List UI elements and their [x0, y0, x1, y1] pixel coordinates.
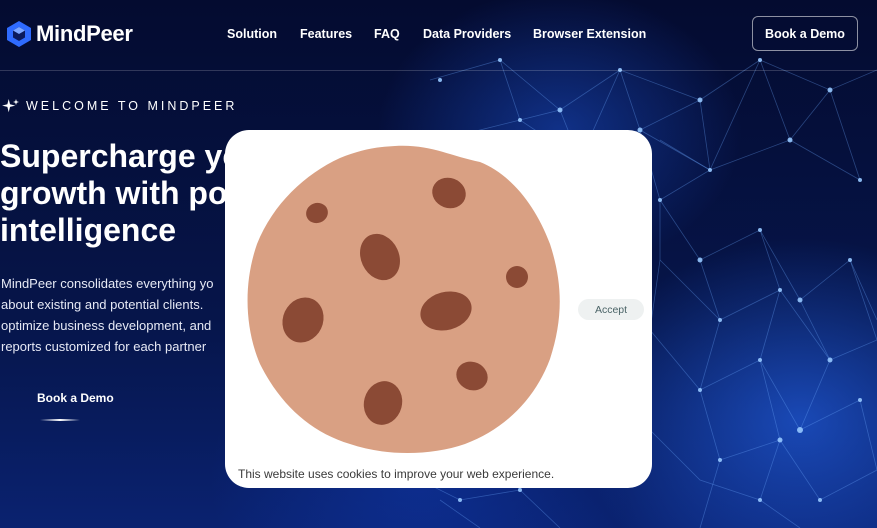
nav-item-features[interactable]: Features: [300, 27, 352, 41]
accept-cookies-button[interactable]: Accept: [578, 299, 644, 320]
hero-eyebrow: WELCOME TO MINDPEER: [2, 98, 237, 114]
hero-button-underline: [40, 419, 80, 421]
nav-item-browser-extension[interactable]: Browser Extension: [533, 27, 646, 41]
sparkle-icon: [2, 98, 19, 113]
welcome-label: WELCOME TO MINDPEER: [26, 99, 238, 113]
site-header: MindPeer Solution Features FAQ Data Prov…: [0, 0, 877, 71]
cookie-message: This website uses cookies to improve you…: [238, 467, 555, 481]
nav-item-data-providers[interactable]: Data Providers: [423, 27, 511, 41]
book-demo-header-button[interactable]: Book a Demo: [752, 16, 858, 51]
brand-name: MindPeer: [36, 21, 133, 46]
nav-item-faq[interactable]: FAQ: [374, 27, 400, 41]
cookie-illustration: [247, 145, 560, 453]
hexagon-cube-icon: [7, 21, 31, 47]
cookie-consent-modal: Accept This website uses cookies to impr…: [225, 130, 652, 488]
brand-logo[interactable]: MindPeer: [6, 20, 133, 48]
book-demo-hero-button[interactable]: Book a Demo: [37, 391, 114, 405]
nav-item-solution[interactable]: Solution: [227, 27, 277, 41]
